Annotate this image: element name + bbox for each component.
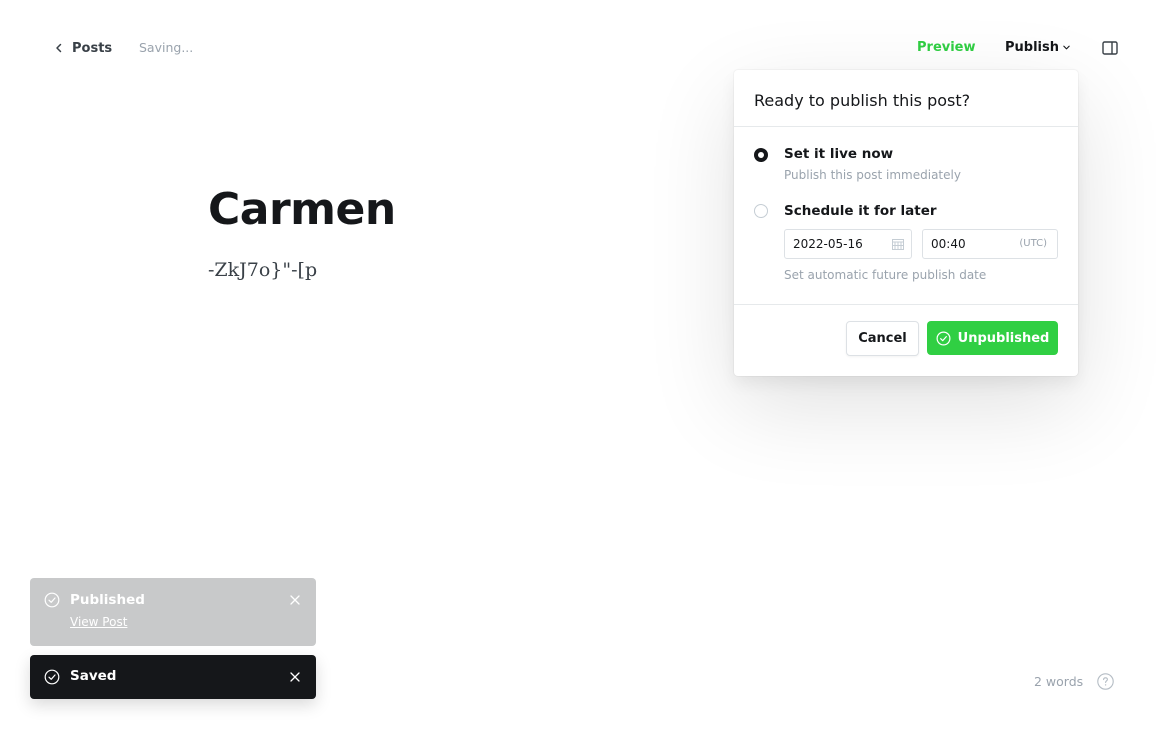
cancel-button[interactable]: Cancel: [846, 321, 919, 356]
publish-now-description: Publish this post immediately: [784, 168, 961, 182]
notification-title: Published: [70, 592, 145, 608]
preview-button[interactable]: Preview: [917, 40, 976, 55]
schedule-date-input[interactable]: [785, 237, 873, 251]
popover-divider: [734, 126, 1078, 127]
schedule-time-input[interactable]: [923, 237, 1011, 251]
publish-now-radio[interactable]: [754, 148, 768, 162]
sidebar-toggle-icon[interactable]: [1102, 40, 1118, 56]
check-circle-icon: [44, 592, 60, 608]
calendar-icon[interactable]: [892, 238, 904, 250]
saved-notification: Saved: [30, 655, 316, 699]
publish-now-title[interactable]: Set it live now: [784, 146, 893, 162]
close-icon[interactable]: [290, 672, 300, 682]
published-notification: Published View Post: [30, 578, 316, 646]
publish-trigger-label: Publish: [1005, 40, 1059, 55]
schedule-date-field[interactable]: [784, 229, 912, 259]
schedule-later-title[interactable]: Schedule it for later: [784, 203, 937, 219]
check-circle-icon: [936, 331, 951, 345]
view-post-link[interactable]: View Post: [70, 615, 127, 629]
unpublished-button[interactable]: Unpublished: [927, 321, 1058, 355]
schedule-later-radio[interactable]: [754, 204, 768, 218]
publish-menu-trigger[interactable]: Publish: [1005, 40, 1071, 55]
post-title[interactable]: Carmen: [208, 184, 396, 235]
notification-title: Saved: [70, 668, 117, 684]
chevron-down-icon: [1063, 45, 1070, 50]
help-icon[interactable]: [1097, 673, 1114, 690]
chevron-left-icon: [56, 43, 62, 53]
post-body[interactable]: -ZkJ7o}"-[p: [208, 259, 317, 281]
check-circle-icon: [44, 669, 60, 685]
popover-divider: [734, 304, 1078, 305]
back-link-label: Posts: [72, 40, 113, 56]
save-status: Saving...: [139, 40, 194, 55]
schedule-hint: Set automatic future publish date: [784, 268, 987, 282]
word-count: 2 words: [1034, 674, 1084, 689]
publish-popover: Ready to publish this post? Set it live …: [734, 70, 1078, 376]
close-icon[interactable]: [290, 595, 300, 605]
timezone-label: (UTC): [1019, 238, 1047, 249]
unpublished-button-label: Unpublished: [957, 330, 1050, 346]
publish-popover-heading: Ready to publish this post?: [754, 91, 971, 110]
back-to-posts-link[interactable]: Posts: [54, 39, 112, 57]
schedule-time-field[interactable]: (UTC): [922, 229, 1058, 259]
